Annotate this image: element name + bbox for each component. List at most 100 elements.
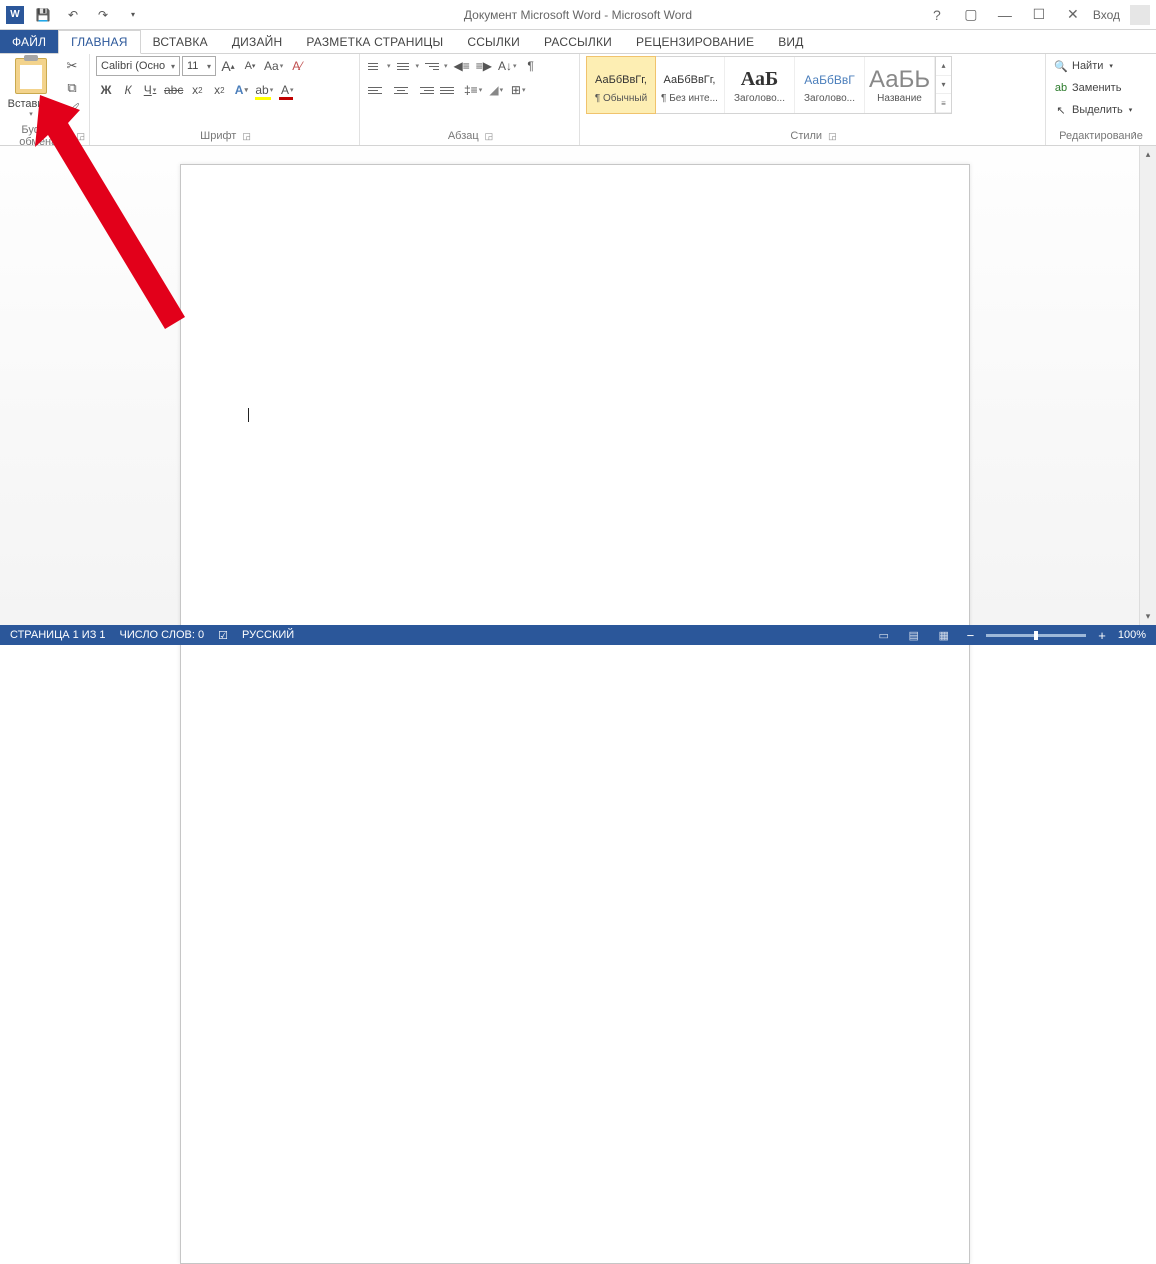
view-print-layout-icon[interactable]: ▤	[903, 626, 925, 644]
scroll-down-icon[interactable]: ▾	[1140, 608, 1156, 625]
styles-gallery-down-icon[interactable]: ▾	[936, 76, 951, 95]
font-launcher-icon[interactable]: ◲	[242, 131, 251, 142]
group-font-label: Шрифт	[200, 130, 236, 142]
document-page[interactable]	[180, 164, 970, 1264]
view-web-layout-icon[interactable]: ▦	[933, 626, 955, 644]
font-size-combo[interactable]: 11▾	[182, 56, 216, 76]
italic-button[interactable]: К	[118, 80, 138, 100]
style-normal[interactable]: АаБбВвГг, ¶ Обычный	[586, 56, 656, 114]
find-button[interactable]: 🔍 Найти ▾	[1052, 56, 1134, 76]
text-cursor	[248, 408, 249, 422]
login-link[interactable]: Вход	[1093, 8, 1120, 22]
styles-gallery-up-icon[interactable]: ▴	[936, 57, 951, 76]
select-button[interactable]: ↖ Выделить ▾	[1052, 100, 1134, 120]
collapse-ribbon-icon[interactable]: ˆ	[1132, 131, 1136, 143]
tab-file[interactable]: ФАЙЛ	[0, 30, 58, 53]
group-clipboard-label: Буфер обмена	[6, 124, 70, 148]
tab-home[interactable]: ГЛАВНАЯ	[58, 30, 140, 54]
replace-button[interactable]: ab Заменить	[1052, 78, 1134, 98]
tab-view[interactable]: ВИД	[766, 30, 815, 53]
zoom-level[interactable]: 100%	[1118, 629, 1146, 641]
bold-button[interactable]: Ж	[96, 80, 116, 100]
font-color-button[interactable]: A	[277, 80, 297, 100]
group-paragraph: ◀≡ ≡▶ A↓ ¶ ‡≡ ◢ ⊞ Абзац◲	[360, 54, 580, 145]
status-word-count[interactable]: ЧИСЛО СЛОВ: 0	[120, 629, 205, 641]
status-proofing-icon[interactable]: ☑	[218, 629, 228, 642]
save-icon[interactable]: 💾	[32, 4, 54, 26]
vertical-scrollbar[interactable]: ▴ ▾	[1139, 146, 1156, 625]
style-no-spacing[interactable]: АаБбВвГг, ¶ Без инте...	[655, 57, 725, 113]
tab-insert[interactable]: ВСТАВКА	[141, 30, 220, 53]
paragraph-launcher-icon[interactable]: ◲	[485, 131, 494, 142]
status-language[interactable]: РУССКИЙ	[242, 629, 294, 641]
help-icon[interactable]: ?	[923, 3, 951, 27]
zoom-slider[interactable]	[986, 634, 1086, 637]
multilevel-list-button[interactable]	[423, 56, 450, 76]
numbering-button[interactable]	[395, 56, 422, 76]
tab-references[interactable]: ССЫЛКИ	[455, 30, 532, 53]
align-left-button[interactable]	[366, 80, 388, 100]
tab-review[interactable]: РЕЦЕНЗИРОВАНИЕ	[624, 30, 766, 53]
strikethrough-button[interactable]: abc	[162, 80, 185, 100]
borders-button[interactable]: ⊞	[508, 80, 528, 100]
shading-button[interactable]: ◢	[486, 80, 506, 100]
zoom-out-button[interactable]: −	[963, 628, 979, 643]
maximize-icon[interactable]: ☐	[1025, 3, 1053, 27]
close-icon[interactable]: ✕	[1059, 3, 1087, 27]
styles-launcher-icon[interactable]: ◲	[828, 131, 837, 142]
format-painter-icon[interactable]: 🖌	[62, 100, 82, 120]
ribbon-options-icon[interactable]: ▢	[957, 3, 985, 27]
ribbon-tabs: ФАЙЛ ГЛАВНАЯ ВСТАВКА ДИЗАЙН РАЗМЕТКА СТР…	[0, 30, 1156, 54]
copy-icon[interactable]: ⧉	[62, 78, 82, 98]
paste-label: Вставить	[8, 98, 55, 110]
subscript-button[interactable]: x2	[187, 80, 207, 100]
avatar-icon[interactable]	[1130, 5, 1150, 25]
style-title[interactable]: АаБЬ Название	[865, 57, 935, 113]
styles-gallery-more: ▴ ▾ ≡	[935, 57, 951, 113]
clear-formatting-icon[interactable]: A⁄	[287, 56, 307, 76]
document-area: ▴ ▾	[0, 146, 1156, 625]
superscript-button[interactable]: x2	[209, 80, 229, 100]
paste-button[interactable]: Вставить ▾	[6, 56, 56, 118]
sort-button[interactable]: A↓	[496, 56, 519, 76]
cut-icon[interactable]: ✂	[62, 56, 82, 76]
undo-icon[interactable]: ↶	[62, 4, 84, 26]
align-center-button[interactable]	[390, 80, 412, 100]
justify-button[interactable]	[438, 80, 460, 100]
qat-customize-icon[interactable]: ▾	[122, 4, 144, 26]
change-case-button[interactable]: Aa	[262, 56, 285, 76]
line-spacing-button[interactable]: ‡≡	[462, 80, 484, 100]
tab-layout[interactable]: РАЗМЕТКА СТРАНИЦЫ	[294, 30, 455, 53]
bullets-button[interactable]	[366, 56, 393, 76]
font-name-combo[interactable]: Calibri (Осно▾	[96, 56, 180, 76]
scroll-up-icon[interactable]: ▴	[1140, 146, 1156, 163]
styles-gallery-expand-icon[interactable]: ≡	[936, 94, 951, 113]
view-read-mode-icon[interactable]: ▭	[873, 626, 895, 644]
clipboard-launcher-icon[interactable]: ◲	[76, 131, 85, 142]
align-right-button[interactable]	[414, 80, 436, 100]
clipboard-icon	[15, 58, 47, 94]
increase-indent-button[interactable]: ≡▶	[474, 56, 494, 76]
decrease-indent-button[interactable]: ◀≡	[452, 56, 472, 76]
tab-mailings[interactable]: РАССЫЛКИ	[532, 30, 624, 53]
group-font: Calibri (Осно▾ 11▾ A▴ A▾ Aa A⁄ Ж К Ч abc…	[90, 54, 360, 145]
text-effects-button[interactable]: A	[231, 80, 251, 100]
style-heading1[interactable]: АаБ Заголово...	[725, 57, 795, 113]
tab-design[interactable]: ДИЗАЙН	[220, 30, 295, 53]
group-editing-label: Редактирование	[1059, 130, 1143, 142]
group-styles-label: Стили	[790, 130, 822, 142]
redo-icon[interactable]: ↷	[92, 4, 114, 26]
grow-font-button[interactable]: A▴	[218, 56, 238, 76]
highlight-button[interactable]: ab	[253, 80, 275, 100]
status-bar: СТРАНИЦА 1 ИЗ 1 ЧИСЛО СЛОВ: 0 ☑ РУССКИЙ …	[0, 625, 1156, 645]
ribbon: Вставить ▾ ✂ ⧉ 🖌 Буфер обмена ◲ Calibri (…	[0, 54, 1156, 146]
replace-icon: ab	[1054, 81, 1068, 95]
group-styles: АаБбВвГг, ¶ Обычный АаБбВвГг, ¶ Без инте…	[580, 54, 1046, 145]
zoom-in-button[interactable]: +	[1094, 628, 1110, 643]
status-page[interactable]: СТРАНИЦА 1 ИЗ 1	[10, 629, 106, 641]
show-marks-button[interactable]: ¶	[521, 56, 541, 76]
underline-button[interactable]: Ч	[140, 80, 160, 100]
shrink-font-button[interactable]: A▾	[240, 56, 260, 76]
style-heading2[interactable]: АаБбВвГ Заголово...	[795, 57, 865, 113]
minimize-icon[interactable]: —	[991, 3, 1019, 27]
